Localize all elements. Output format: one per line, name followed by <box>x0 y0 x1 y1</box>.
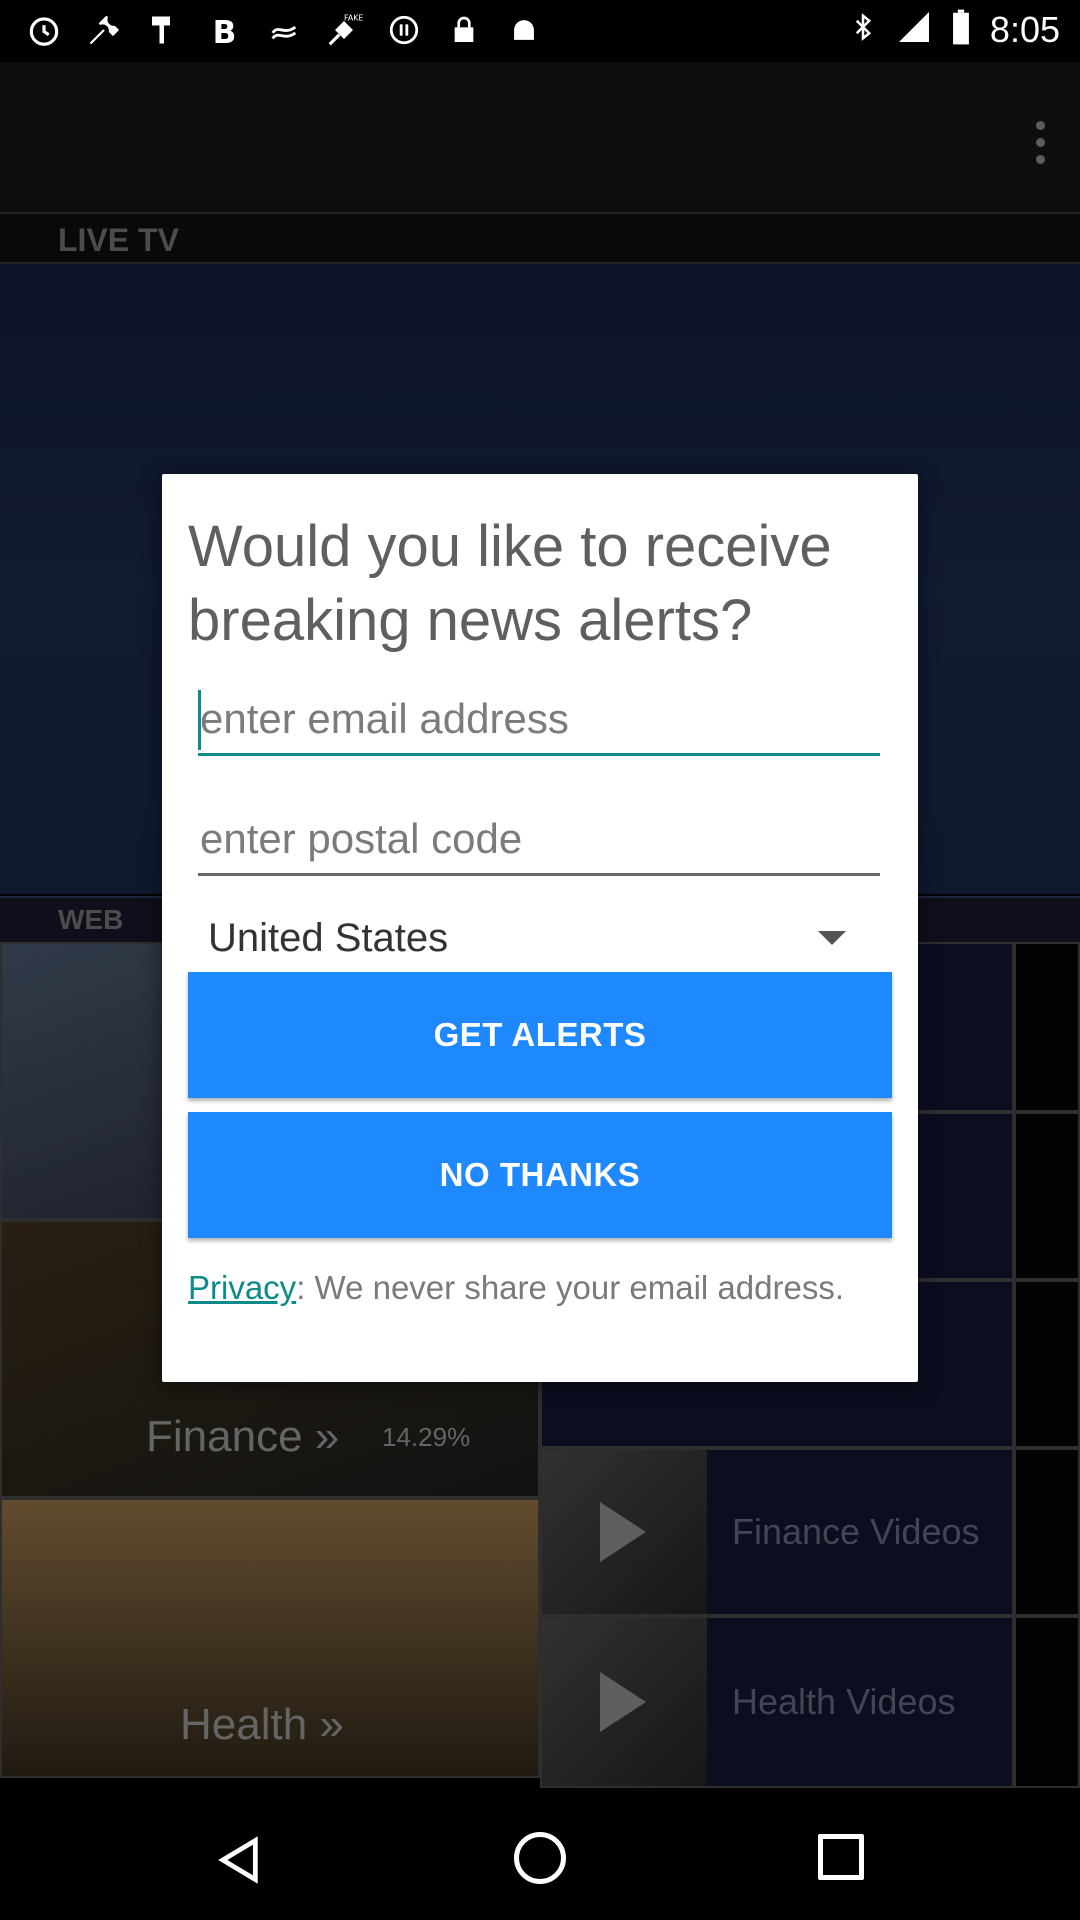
lock-icon <box>444 10 484 50</box>
fan-icon <box>264 10 304 50</box>
country-value: United States <box>208 915 449 960</box>
navigation-bar <box>0 1792 1080 1920</box>
email-input[interactable] <box>198 684 880 753</box>
svg-text:FAKE: FAKE <box>344 14 363 23</box>
chevron-down-icon <box>818 931 846 945</box>
privacy-notice: Privacy: We never share your email addre… <box>188 1266 888 1310</box>
svg-text:B: B <box>213 15 237 47</box>
privacy-link[interactable]: Privacy <box>188 1269 296 1306</box>
status-time: 8:05 <box>989 8 1060 50</box>
news-alerts-dialog: Would you like to receive breaking news … <box>162 474 918 1382</box>
pause-icon <box>384 10 424 50</box>
satellite-fake-icon: FAKE <box>324 10 364 50</box>
bold-icon: B <box>204 10 244 50</box>
home-icon[interactable] <box>514 1832 566 1884</box>
email-field[interactable] <box>198 684 880 756</box>
hammer-icon <box>144 10 184 50</box>
recent-apps-icon[interactable] <box>818 1834 864 1880</box>
no-thanks-button[interactable]: NO THANKS <box>188 1112 892 1238</box>
wrench-icon <box>84 10 124 50</box>
alarm-icon <box>24 10 64 50</box>
bluetooth-icon <box>848 8 878 51</box>
status-bar: B FAKE 8:05 <box>0 0 1080 62</box>
postal-code-input[interactable] <box>198 804 880 873</box>
dialog-title: Would you like to receive breaking news … <box>188 514 832 653</box>
back-icon[interactable] <box>212 1834 264 1886</box>
android-icon <box>504 10 544 50</box>
signal-icon <box>896 9 932 50</box>
country-dropdown[interactable]: United States <box>208 898 878 978</box>
postal-code-field[interactable] <box>198 804 880 876</box>
battery-icon <box>950 8 972 51</box>
privacy-text: : We never share your email address. <box>296 1269 844 1306</box>
get-alerts-button[interactable]: GET ALERTS <box>188 972 892 1098</box>
